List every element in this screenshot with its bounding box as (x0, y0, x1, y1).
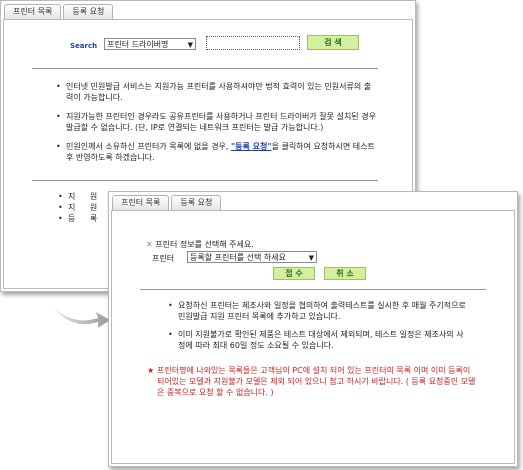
search-button[interactable]: 검 색 (307, 35, 359, 50)
search-type-value: 프린터 드라이버명 (107, 40, 169, 49)
tab-printer-list[interactable]: 프린터 목록 (112, 195, 170, 210)
submit-button[interactable]: 접 수 (273, 267, 315, 280)
notice-message: ★ 프린터명에 나와있는 목록들은 고객님의 PC에 설치 되어 있는 프린터의… (147, 365, 477, 398)
printer-prompt: ✕ 프린터 정보를 선택해 주세요. (146, 239, 254, 250)
tab-register-request[interactable]: 등록 요청 (171, 195, 222, 210)
list-item: 이미 지원불가로 확인된 제품은 테스트 대상에서 제외되며, 테스트 일정은 … (168, 329, 468, 351)
search-label: Search (70, 42, 98, 50)
tab-bar: 프린터 목록 등록 요청 (112, 195, 222, 210)
list-item: 민원인께서 소유하신 프린터가 목록에 없을 경우, "등록 요청"을 클릭하여… (56, 141, 376, 163)
star-icon: ★ (147, 366, 155, 375)
list-item: 요청하신 프린터는 제조사와 일정을 협의하여 출력테스트를 실시한 후 매월 … (168, 300, 468, 322)
register-request-panel: 프린터 목록 등록 요청 ✕ 프린터 정보를 선택해 주세요. 프린터 등록할 … (108, 191, 518, 467)
tab-bar: 프린터 목록 등록 요청 (4, 4, 114, 19)
printer-label: 프린터 (152, 254, 175, 263)
register-request-content: ✕ 프린터 정보를 선택해 주세요. 프린터 등록할 프린터를 선택 하세요 ▼… (111, 210, 515, 464)
list-item-text: 민원인께서 소유하신 프린터가 목록에 없을 경우, (66, 142, 231, 151)
tab-register-request[interactable]: 등록 요청 (63, 4, 114, 19)
info-list: 요청하신 프린터는 제조사와 일정을 협의하여 출력테스트를 실시한 후 매월 … (168, 300, 468, 358)
tab-printer-list[interactable]: 프린터 목록 (4, 4, 62, 19)
transition-arrow-icon (54, 308, 110, 328)
register-request-link[interactable]: "등록 요청" (231, 142, 272, 151)
close-icon: ✕ (146, 240, 153, 249)
list-item: 지원가능한 프린터인 경우라도 공유프린터를 사용하거나 프린터 드라이버가 잘… (56, 111, 376, 133)
cancel-button[interactable]: 취 소 (324, 267, 366, 280)
list-item: 인터넷 민원발급 서비스는 지원가능 프린터를 사용하셔야만 법적 효력이 있는… (56, 81, 376, 103)
search-type-select[interactable]: 프린터 드라이버명 ▼ (104, 38, 196, 50)
printer-prompt-text: 프린터 정보를 선택해 주세요. (155, 240, 254, 249)
printer-select[interactable]: 등록할 프린터를 선택 하세요 ▼ (187, 251, 317, 263)
chevron-down-icon: ▼ (187, 41, 193, 49)
divider (32, 68, 378, 69)
divider (140, 289, 486, 290)
printer-select-value: 등록할 프린터를 선택 하세요 (190, 253, 286, 262)
chevron-down-icon: ▼ (308, 254, 314, 262)
info-list: 인터넷 민원발급 서비스는 지원가능 프린터를 사용하셔야만 법적 효력이 있는… (56, 81, 376, 171)
divider (32, 180, 378, 181)
notice-text: 프린터명에 나와있는 목록들은 고객님의 PC에 설치 되어 있는 프린터의 목… (157, 366, 476, 397)
search-input[interactable] (206, 36, 300, 50)
